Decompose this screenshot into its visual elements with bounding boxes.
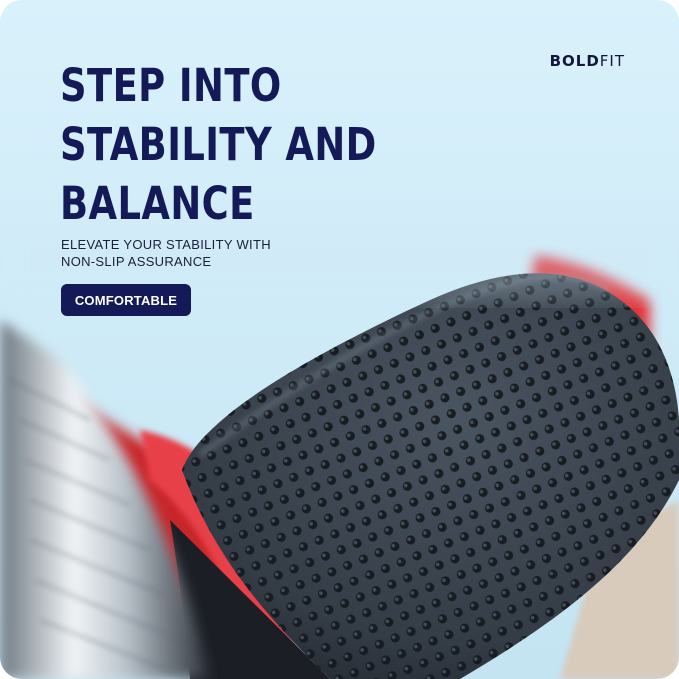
brand-logo-bold: BOLD — [549, 52, 600, 70]
brand-logo: BOLDFIT — [550, 52, 625, 70]
headline-line-2: STABILITY AND — [60, 118, 377, 171]
brand-logo-light: FIT — [599, 52, 625, 70]
subline-line-2: NON-SLIP ASSURANCE — [61, 254, 212, 269]
comfortable-badge: COMFORTABLE — [61, 284, 191, 316]
subline: ELEVATE YOUR STABILITY WITH NON-SLIP ASS… — [61, 236, 271, 270]
subline-line-1: ELEVATE YOUR STABILITY WITH — [61, 237, 271, 252]
product-card: BOLDFIT STEP INTO STABILITY AND BALANCE … — [0, 0, 679, 679]
headline: STEP INTO STABILITY AND BALANCE — [60, 56, 377, 233]
headline-line-3: BALANCE — [60, 177, 255, 230]
headline-line-1: STEP INTO — [60, 59, 282, 112]
